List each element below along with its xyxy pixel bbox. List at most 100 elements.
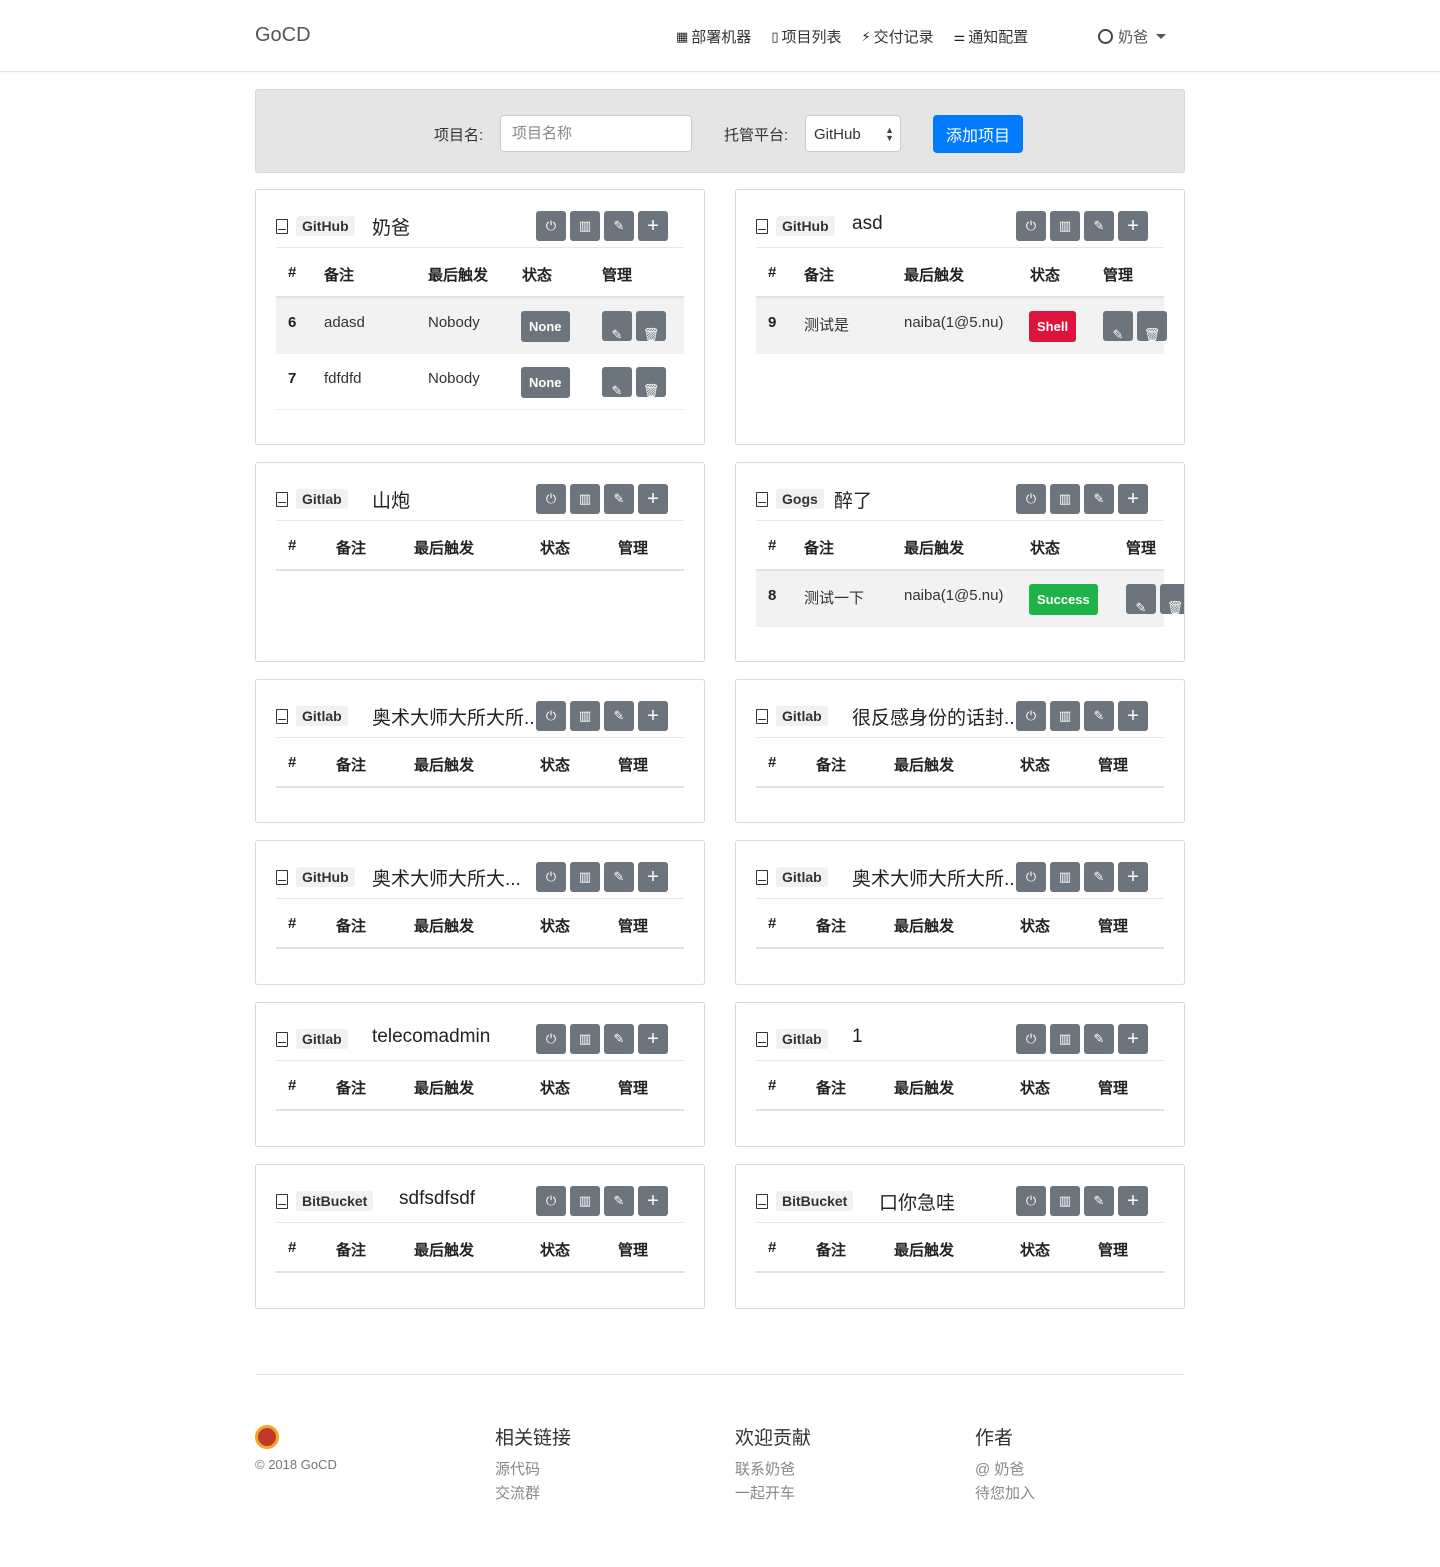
project-name: 口你急哇 xyxy=(879,1193,956,1214)
webhook-button[interactable]: ⏻ xyxy=(536,701,566,731)
edit-project-button[interactable]: ✎ xyxy=(1084,211,1114,241)
add-pipeline-button[interactable]: + xyxy=(1118,1024,1148,1054)
edit-project-button[interactable]: ✎ xyxy=(1084,484,1114,514)
nav-item-3[interactable]: ⚌ 通知配置 xyxy=(954,26,1029,47)
footer-link-wanted[interactable]: 待您加入 xyxy=(975,1482,1035,1506)
webhook-button[interactable]: ⏻ xyxy=(1016,701,1046,731)
nav-item-1[interactable]: ▯ 项目列表 xyxy=(771,26,841,47)
edit-project-button[interactable]: ✎ xyxy=(1084,1186,1114,1216)
deploy-button[interactable]: ▥ xyxy=(570,701,600,731)
add-pipeline-button[interactable]: + xyxy=(1118,211,1148,241)
platform-select[interactable]: GitHub ▲ ▼ xyxy=(805,115,901,152)
webhook-button[interactable]: ⏻ xyxy=(536,862,566,892)
bolt-icon: ⚡ xyxy=(861,28,871,44)
deploy-button[interactable]: ▥ xyxy=(570,862,600,892)
edit-project-button[interactable]: ✎ xyxy=(604,862,634,892)
deploy-button[interactable]: ▥ xyxy=(1050,1186,1080,1216)
edit-project-button[interactable]: ✎ xyxy=(604,211,634,241)
column-header-status: 状态 xyxy=(1020,1080,1051,1097)
webhook-button[interactable]: ⏻ xyxy=(1016,862,1046,892)
webhook-button[interactable]: ⏻ xyxy=(536,1186,566,1216)
row-last-trigger: naiba(1@5.nu) xyxy=(904,314,1004,331)
nav-item-2[interactable]: ⚡ 交付记录 xyxy=(861,26,933,47)
status-badge: None xyxy=(521,311,570,342)
footer-link-group[interactable]: 交流群 xyxy=(495,1482,571,1506)
add-project-button[interactable]: 添加项目 xyxy=(933,115,1023,153)
row-actions: ✎ 🗑 xyxy=(1103,311,1171,342)
footer-link-author[interactable]: @ 奶爸 xyxy=(975,1458,1035,1482)
webhook-button[interactable]: ⏻ xyxy=(1016,484,1046,514)
table-header: # 备注 最后触发 状态 管理 xyxy=(276,738,684,788)
card-header: Gitlab telecomadmin ⏻ ▥ ✎ + xyxy=(276,1023,684,1061)
pencil-icon: ✎ xyxy=(613,1193,625,1208)
project-name-input[interactable] xyxy=(500,115,692,152)
deploy-button[interactable]: ▥ xyxy=(570,484,600,514)
edit-pipeline-button[interactable]: ✎ xyxy=(602,367,632,398)
delete-pipeline-button[interactable]: 🗑 xyxy=(636,311,666,342)
plus-icon: + xyxy=(1127,865,1139,888)
server-icon: ▥ xyxy=(578,218,592,233)
deploy-button[interactable]: ▥ xyxy=(570,1186,600,1216)
add-pipeline-button[interactable]: + xyxy=(1118,862,1148,892)
webhook-button[interactable]: ⏻ xyxy=(536,484,566,514)
platform-badge: Gitlab xyxy=(776,1029,828,1049)
deploy-button[interactable]: ▥ xyxy=(1050,862,1080,892)
delete-pipeline-button[interactable]: 🗑 xyxy=(1137,311,1167,342)
edit-pipeline-button[interactable]: ✎ xyxy=(1103,311,1133,342)
column-header-last: 最后触发 xyxy=(414,1242,475,1259)
delete-pipeline-button[interactable]: 🗑 xyxy=(1160,584,1184,615)
webhook-button[interactable]: ⏻ xyxy=(536,1024,566,1054)
status-badge: None xyxy=(521,367,570,398)
nav-item-0[interactable]: ▦ 部署机器 xyxy=(676,26,751,47)
column-header-status: 状态 xyxy=(1020,757,1051,774)
edit-pipeline-button[interactable]: ✎ xyxy=(1126,584,1156,615)
user-menu[interactable]: 奶爸 xyxy=(1098,26,1167,47)
plus-icon: + xyxy=(1127,1027,1139,1050)
project-name-label: 项目名: xyxy=(434,127,484,144)
add-pipeline-button[interactable]: + xyxy=(638,484,668,514)
brand-logo[interactable]: GoCD xyxy=(255,24,311,47)
edit-project-button[interactable]: ✎ xyxy=(604,1024,634,1054)
add-pipeline-button[interactable]: + xyxy=(638,701,668,731)
add-pipeline-button[interactable]: + xyxy=(638,1186,668,1216)
edit-pipeline-button[interactable]: ✎ xyxy=(602,311,632,342)
edit-project-button[interactable]: ✎ xyxy=(604,701,634,731)
project-name: 很反感身份的话封... xyxy=(852,708,1020,729)
plus-icon: + xyxy=(647,704,659,727)
deploy-button[interactable]: ▥ xyxy=(570,1024,600,1054)
deploy-button[interactable]: ▥ xyxy=(1050,701,1080,731)
add-pipeline-button[interactable]: + xyxy=(638,862,668,892)
footer-col-author: 作者 @ 奶爸 待您加入 xyxy=(975,1423,1035,1506)
webhook-button[interactable]: ⏻ xyxy=(536,211,566,241)
table-header: # 备注 最后触发 状态 管理 xyxy=(276,1223,684,1273)
deploy-button[interactable]: ▥ xyxy=(1050,484,1080,514)
delete-pipeline-button[interactable]: 🗑 xyxy=(636,367,666,398)
deploy-button[interactable]: ▥ xyxy=(570,211,600,241)
plug-icon: ⏻ xyxy=(1025,491,1037,506)
footer-link-contact[interactable]: 联系奶爸 xyxy=(735,1458,811,1482)
project-name: 山炮 xyxy=(372,491,411,512)
column-header-last: 最后触发 xyxy=(894,1242,955,1259)
column-header-manage: 管理 xyxy=(1098,1080,1129,1097)
add-pipeline-button[interactable]: + xyxy=(1118,484,1148,514)
column-header-id: # xyxy=(288,1239,297,1256)
add-pipeline-button[interactable]: + xyxy=(1118,1186,1148,1216)
edit-project-button[interactable]: ✎ xyxy=(604,1186,634,1216)
add-pipeline-button[interactable]: + xyxy=(1118,701,1148,731)
footer-link-source[interactable]: 源代码 xyxy=(495,1458,571,1482)
edit-project-button[interactable]: ✎ xyxy=(1084,862,1114,892)
table-row: 8 测试一下 naiba(1@5.nu) Success ✎ 🗑 xyxy=(756,571,1184,627)
trash-icon: 🗑 xyxy=(1143,327,1161,342)
footer-link-join[interactable]: 一起开车 xyxy=(735,1482,811,1506)
deploy-button[interactable]: ▥ xyxy=(1050,211,1080,241)
webhook-button[interactable]: ⏻ xyxy=(1016,1024,1046,1054)
webhook-button[interactable]: ⏻ xyxy=(1016,211,1046,241)
deploy-button[interactable]: ▥ xyxy=(1050,1024,1080,1054)
add-pipeline-button[interactable]: + xyxy=(638,1024,668,1054)
edit-project-button[interactable]: ✎ xyxy=(604,484,634,514)
edit-project-button[interactable]: ✎ xyxy=(1084,1024,1114,1054)
webhook-button[interactable]: ⏻ xyxy=(1016,1186,1046,1216)
add-pipeline-button[interactable]: + xyxy=(638,211,668,241)
edit-project-button[interactable]: ✎ xyxy=(1084,701,1114,731)
main-nav: ▦ 部署机器 ▯ 项目列表 ⚡ 交付记录 ⚌ 通知配置 xyxy=(676,26,1048,47)
